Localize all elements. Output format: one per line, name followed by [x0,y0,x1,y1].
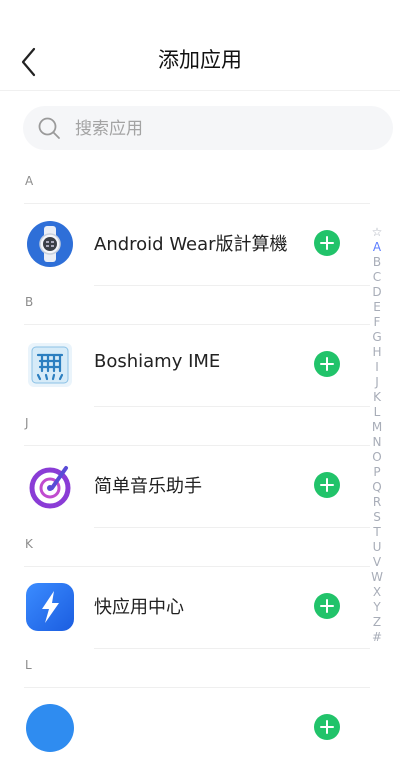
index-letter[interactable]: G [370,330,384,345]
app-row[interactable]: Android Wear版計算機 [24,203,370,286]
page-title: 添加应用 [158,48,242,72]
index-letter[interactable]: F [370,315,384,330]
search-input[interactable] [73,106,377,152]
index-letter[interactable]: C [370,270,384,285]
alphabet-index-bar[interactable]: ☆ A B C D E F G H I J K L M N O P Q R S T U V W X Y Z # [370,225,384,645]
music-disc-icon [26,462,74,510]
index-letter[interactable]: N [370,435,384,450]
header: 添加应用 [0,0,400,90]
section-letter: A [25,174,34,188]
watch-calculator-icon [26,220,74,268]
section-header-l: L [0,649,370,687]
index-letter[interactable]: X [370,585,384,600]
search-bar[interactable] [23,106,393,152]
index-letter[interactable]: V [370,555,384,570]
index-letter[interactable]: E [370,300,384,315]
index-letter[interactable]: Y [370,600,384,615]
index-letter[interactable]: B [370,255,384,270]
index-letter[interactable]: Q [370,480,384,495]
index-letter[interactable]: S [370,510,384,525]
section-header-a: A [0,165,370,203]
app-list: A Android Wear版計算機 B Boshiamy IME J 简单音乐助手 K 快应… [0,165,370,770]
index-letter[interactable]: H [370,345,384,360]
section-letter: B [25,295,34,309]
section-letter: K [25,537,33,551]
index-letter[interactable]: D [370,285,384,300]
add-app-button[interactable] [314,472,340,498]
index-letter[interactable]: A [370,240,384,255]
app-row[interactable]: Boshiamy IME [24,324,370,407]
add-app-button[interactable] [314,714,340,740]
index-letter[interactable]: L [370,405,384,420]
app-name: Boshiamy IME [94,351,221,372]
boshiamy-ime-icon [26,341,74,389]
add-app-button[interactable] [314,230,340,256]
index-letter[interactable]: ☆ [370,225,384,240]
index-letter[interactable]: O [370,450,384,465]
section-letter: L [25,658,32,672]
index-letter[interactable]: U [370,540,384,555]
index-letter[interactable]: T [370,525,384,540]
section-header-b: B [0,286,370,324]
section-letter: J [25,416,29,430]
index-letter[interactable]: R [370,495,384,510]
index-letter[interactable]: Z [370,615,384,630]
app-row[interactable]: 快应用中心 [24,566,370,649]
index-letter[interactable]: W [370,570,384,585]
app-name: 简单音乐助手 [94,476,202,497]
add-app-button[interactable] [314,351,340,377]
index-letter[interactable]: I [370,360,384,375]
app-icon [26,704,74,752]
index-letter[interactable]: # [370,630,384,645]
index-letter[interactable]: K [370,390,384,405]
index-letter[interactable]: M [370,420,384,435]
app-name: Android Wear版計算機 [94,234,288,255]
add-app-button[interactable] [314,593,340,619]
section-header-k: K [0,528,370,566]
header-divider [0,90,400,91]
section-header-j: J [0,407,370,445]
app-row-partial[interactable] [24,687,370,770]
app-row[interactable]: 简单音乐助手 [24,445,370,528]
index-letter[interactable]: P [370,465,384,480]
app-name: 快应用中心 [94,597,184,618]
quick-app-center-icon [26,583,74,631]
index-letter[interactable]: J [370,375,384,390]
search-icon [38,117,60,139]
